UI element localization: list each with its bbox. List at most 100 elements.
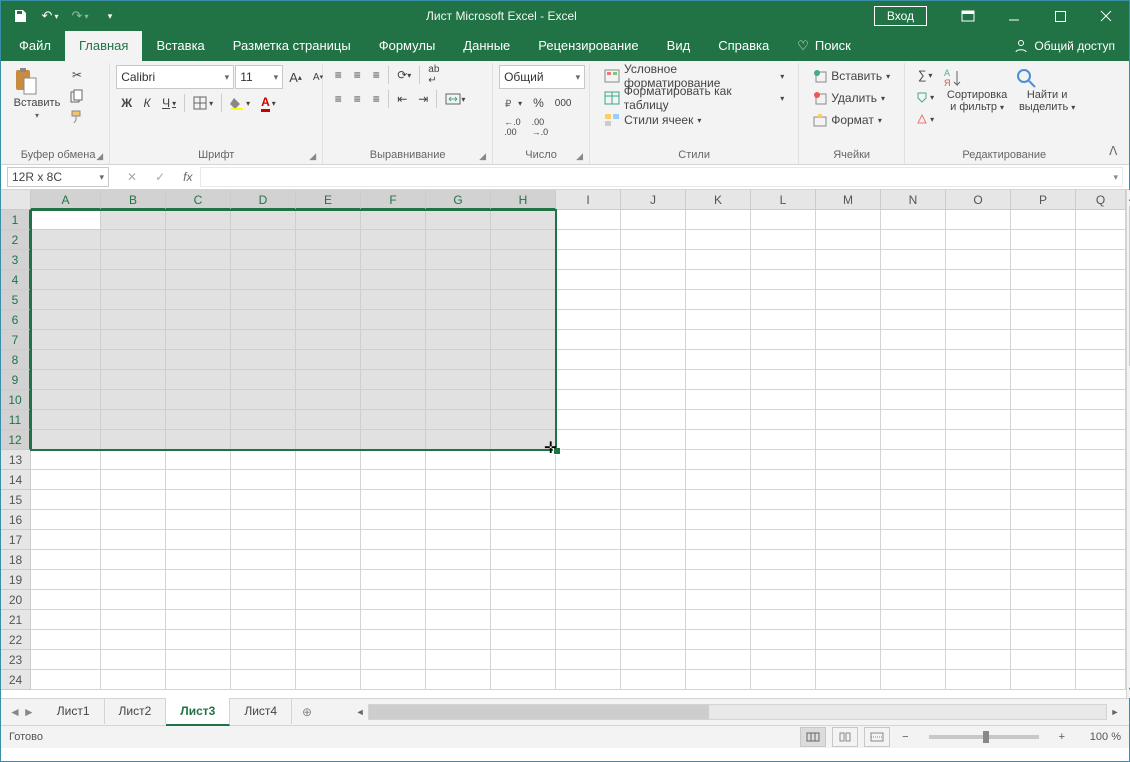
cell[interactable] (946, 270, 1011, 290)
cell[interactable] (491, 650, 556, 670)
cell[interactable] (426, 610, 491, 630)
cell[interactable] (621, 490, 686, 510)
cell[interactable] (31, 450, 101, 470)
cell[interactable] (101, 610, 166, 630)
cell[interactable] (1011, 310, 1076, 330)
row-header[interactable]: 22 (1, 630, 31, 650)
cell[interactable] (816, 270, 881, 290)
cell[interactable] (686, 670, 751, 690)
cell[interactable] (686, 490, 751, 510)
cell[interactable] (686, 250, 751, 270)
cell[interactable] (1011, 350, 1076, 370)
cell[interactable] (686, 450, 751, 470)
cell[interactable] (31, 490, 101, 510)
cell[interactable] (1011, 430, 1076, 450)
cell[interactable] (621, 570, 686, 590)
cell[interactable] (556, 630, 621, 650)
cell[interactable] (491, 490, 556, 510)
column-header[interactable]: O (946, 190, 1011, 210)
cell[interactable] (946, 430, 1011, 450)
font-size-combo[interactable]: 11▾ (235, 65, 283, 89)
cell[interactable] (816, 630, 881, 650)
horizontal-scrollbar[interactable]: ◄ ► (322, 704, 1129, 720)
cell[interactable] (751, 270, 816, 290)
name-box[interactable]: 12R x 8C▾ (7, 167, 109, 187)
cell[interactable] (296, 550, 361, 570)
cell[interactable] (1076, 370, 1126, 390)
cell[interactable] (621, 410, 686, 430)
cell[interactable] (231, 670, 296, 690)
cell[interactable] (751, 490, 816, 510)
cell[interactable] (231, 550, 296, 570)
cell[interactable] (816, 230, 881, 250)
cell[interactable] (556, 670, 621, 690)
tab-data[interactable]: Данные (449, 31, 524, 61)
cell[interactable] (1076, 270, 1126, 290)
cell[interactable] (296, 570, 361, 590)
tab-insert[interactable]: Вставка (142, 31, 218, 61)
cell[interactable] (686, 530, 751, 550)
align-bottom-icon[interactable]: ≡ (367, 65, 385, 85)
cell[interactable] (686, 650, 751, 670)
grow-font-icon[interactable]: A▴ (284, 67, 307, 87)
wrap-text-icon[interactable]: ab↵ (423, 65, 444, 85)
cell[interactable] (1011, 370, 1076, 390)
sheet-tab[interactable]: Лист3 (166, 698, 230, 726)
sheet-nav-next-icon[interactable]: ► (23, 705, 35, 719)
cell[interactable] (816, 650, 881, 670)
cell[interactable] (296, 650, 361, 670)
column-header[interactable]: D (231, 190, 296, 210)
cell[interactable] (361, 590, 426, 610)
cell[interactable] (816, 610, 881, 630)
cell[interactable] (881, 550, 946, 570)
cell[interactable] (621, 230, 686, 250)
italic-button[interactable]: К (138, 93, 156, 113)
cell[interactable] (881, 290, 946, 310)
cell[interactable] (816, 550, 881, 570)
cell[interactable] (556, 410, 621, 430)
cell[interactable] (1076, 510, 1126, 530)
cell[interactable] (361, 530, 426, 550)
sheet-tab[interactable]: Лист2 (105, 698, 167, 724)
cell[interactable] (686, 590, 751, 610)
cell[interactable] (946, 230, 1011, 250)
cell[interactable] (31, 470, 101, 490)
cell[interactable] (621, 330, 686, 350)
cell[interactable] (101, 470, 166, 490)
cell[interactable] (556, 250, 621, 270)
percent-icon[interactable]: % (528, 93, 549, 113)
cell[interactable] (1076, 210, 1126, 230)
cell[interactable] (231, 490, 296, 510)
cell[interactable] (231, 570, 296, 590)
cell[interactable] (426, 490, 491, 510)
align-top-icon[interactable]: ≡ (329, 65, 347, 85)
cell[interactable] (686, 410, 751, 430)
cell[interactable] (491, 670, 556, 690)
cell[interactable] (881, 270, 946, 290)
cell[interactable] (1011, 510, 1076, 530)
cell[interactable] (361, 510, 426, 530)
cell[interactable] (556, 530, 621, 550)
cell[interactable] (296, 490, 361, 510)
column-header[interactable]: C (166, 190, 231, 210)
cell[interactable] (751, 670, 816, 690)
row-header[interactable]: 9 (1, 370, 31, 390)
column-header[interactable]: G (426, 190, 491, 210)
cell[interactable] (426, 590, 491, 610)
cell[interactable] (296, 590, 361, 610)
save-icon[interactable] (7, 3, 33, 29)
cell[interactable] (686, 630, 751, 650)
cell[interactable] (1076, 650, 1126, 670)
cell[interactable] (426, 550, 491, 570)
clear-icon[interactable]: ▾ (911, 109, 939, 129)
cell[interactable] (686, 510, 751, 530)
cell[interactable] (686, 430, 751, 450)
cell[interactable] (881, 670, 946, 690)
tell-me[interactable]: ♡ Поиск (783, 31, 865, 61)
cell[interactable] (946, 490, 1011, 510)
cell[interactable] (816, 510, 881, 530)
cell[interactable] (751, 590, 816, 610)
cell[interactable] (296, 630, 361, 650)
cell[interactable] (816, 210, 881, 230)
cell[interactable] (751, 550, 816, 570)
